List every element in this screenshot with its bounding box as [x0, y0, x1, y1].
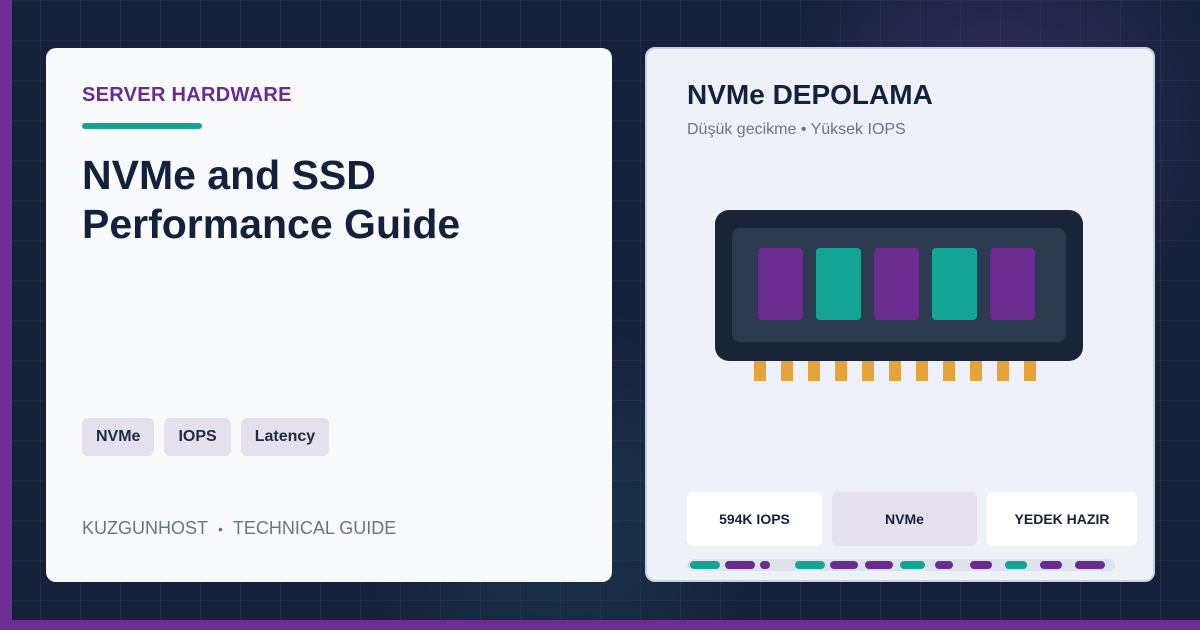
activity-segment [690, 561, 720, 569]
connector-pin [916, 361, 928, 381]
tag-iops: IOPS [164, 418, 231, 456]
footer-brand: KUZGUNHOST [82, 518, 208, 538]
connector-pin [835, 361, 847, 381]
accent-bar [82, 123, 202, 129]
connector-pin [781, 361, 793, 381]
connector-pin [889, 361, 901, 381]
activity-segment [1005, 561, 1027, 569]
frame-left-accent [0, 0, 12, 630]
activity-segment [935, 561, 953, 569]
page-title: NVMe and SSD Performance Guide [82, 152, 461, 247]
activity-segment [1040, 561, 1062, 569]
tag-latency: Latency [240, 418, 330, 456]
nvme-drive-icon [715, 210, 1083, 361]
panel-subtitle: Düşük gecikme • Yüksek IOPS [687, 121, 906, 138]
tag-list: NVMe IOPS Latency [82, 418, 330, 456]
footer-label: TECHNICAL GUIDE [232, 518, 397, 538]
connector-pin [754, 361, 766, 381]
memory-chip [874, 248, 919, 320]
connector-pins [754, 361, 1039, 381]
activity-segment [970, 561, 992, 569]
connector-pin [970, 361, 982, 381]
stat-iops: 594K IOPS [687, 492, 822, 546]
stat-nvme: NVMe [832, 492, 977, 546]
connector-pin [943, 361, 955, 381]
right-card: NVMe DEPOLAMA Düşük gecikme • Yüksek IOP… [645, 47, 1155, 582]
connector-pin [862, 361, 874, 381]
tag-nvme: NVMe [82, 418, 155, 456]
memory-chip [758, 248, 803, 320]
stat-list: 594K IOPS NVMe YEDEK HAZIR [687, 492, 1137, 546]
activity-segment [865, 561, 893, 569]
activity-segment [900, 561, 925, 569]
connector-pin [808, 361, 820, 381]
memory-chip [990, 248, 1035, 320]
stat-backup: YEDEK HAZIR [987, 492, 1137, 546]
activity-segment [1075, 561, 1105, 569]
left-card: SERVER HARDWARE NVMe and SSD Performance… [46, 48, 612, 582]
eyebrow-label: SERVER HARDWARE [82, 84, 292, 106]
memory-chip [816, 248, 861, 320]
memory-chip [932, 248, 977, 320]
activity-segment [830, 561, 858, 569]
drive-board [732, 228, 1066, 342]
panel-title: NVMe DEPOLAMA [687, 79, 933, 110]
activity-segment [725, 561, 755, 569]
footer: KUZGUNHOST • TECHNICAL GUIDE [82, 518, 396, 539]
frame-bottom-accent [0, 620, 1200, 630]
activity-bar [687, 559, 1115, 571]
activity-segment [795, 561, 825, 569]
footer-separator: • [218, 520, 223, 537]
connector-pin [1024, 361, 1036, 381]
activity-segment [760, 561, 770, 569]
connector-pin [997, 361, 1009, 381]
